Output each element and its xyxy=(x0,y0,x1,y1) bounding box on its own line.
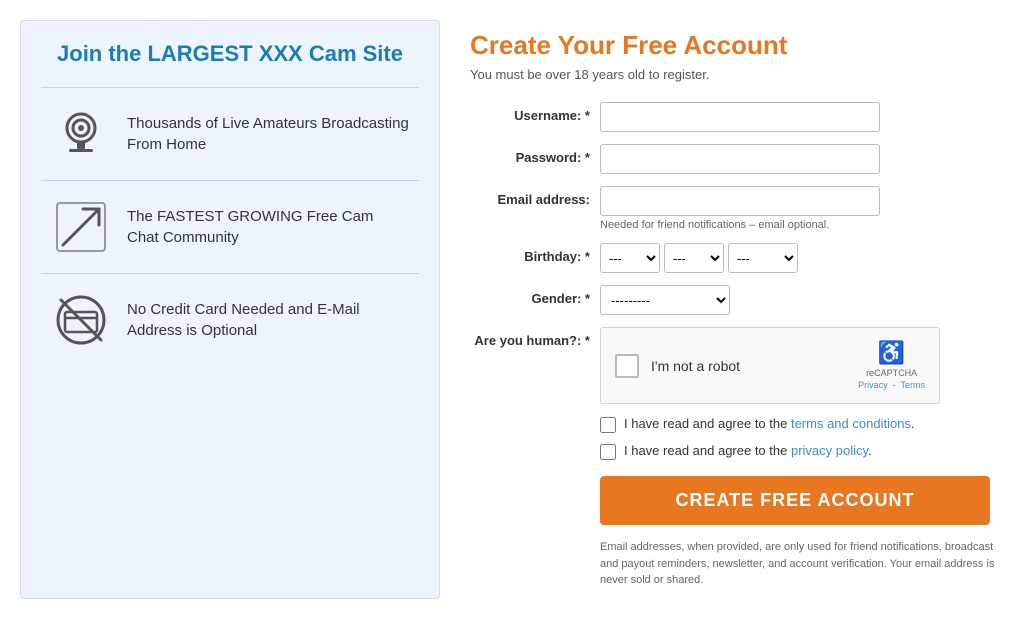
privacy-text: I have read and agree to the privacy pol… xyxy=(624,443,872,458)
terms-text: I have read and agree to the terms and c… xyxy=(624,416,915,431)
recaptcha-branding: ♿ reCAPTCHA Privacy - Terms xyxy=(858,340,925,391)
recaptcha-icon: ♿ xyxy=(878,340,905,366)
growth-icon xyxy=(51,197,111,257)
recaptcha-text: reCAPTCHA Privacy - Terms xyxy=(858,368,925,391)
email-field: Needed for friend notifications – email … xyxy=(600,186,1004,231)
gender-field: --------- xyxy=(600,285,1004,315)
feature-nocredit: No Credit Card Needed and E-Mail Address… xyxy=(41,273,419,366)
password-input[interactable] xyxy=(600,144,880,174)
recaptcha-privacy-link[interactable]: Privacy xyxy=(858,380,888,390)
username-row: Username: * xyxy=(470,102,1004,132)
human-label: Are you human?: * xyxy=(470,327,600,348)
terms-checkbox[interactable] xyxy=(600,417,616,433)
email-input[interactable] xyxy=(600,186,880,216)
form-title: Create Your Free Account xyxy=(470,30,1004,61)
birthday-label: Birthday: * xyxy=(470,243,600,264)
form-subtitle: You must be over 18 years old to registe… xyxy=(470,67,1004,82)
birthday-month-select[interactable]: --- xyxy=(600,243,660,273)
feature-growth: The FASTEST GROWING Free Cam Chat Commun… xyxy=(41,180,419,273)
username-field xyxy=(600,102,1004,132)
email-row: Email address: Needed for friend notific… xyxy=(470,186,1004,231)
privacy-link[interactable]: privacy policy xyxy=(791,443,868,458)
username-input[interactable] xyxy=(600,102,880,132)
birthday-year-select[interactable]: --- xyxy=(728,243,798,273)
recaptcha-terms-link[interactable]: Terms xyxy=(901,380,926,390)
captcha-checkbox[interactable] xyxy=(615,354,639,378)
username-label: Username: * xyxy=(470,102,600,123)
nocredit-icon xyxy=(51,290,111,350)
create-account-button[interactable]: CREATE FREE ACCOUNT xyxy=(600,476,990,525)
captcha-label: I'm not a robot xyxy=(651,358,740,374)
birthday-day-select[interactable]: --- xyxy=(664,243,724,273)
footer-note: Email addresses, when provided, are only… xyxy=(600,539,1004,589)
email-label: Email address: xyxy=(470,186,600,207)
terms-checkbox-row: I have read and agree to the terms and c… xyxy=(600,416,1004,433)
left-panel: Join the LARGEST XXX Cam Site Thousands … xyxy=(20,20,440,599)
submit-wrapper: CREATE FREE ACCOUNT xyxy=(600,476,1004,525)
terms-link[interactable]: terms and conditions xyxy=(791,416,911,431)
privacy-checkbox[interactable] xyxy=(600,444,616,460)
email-hint: Needed for friend notifications – email … xyxy=(600,219,1004,231)
gender-label: Gender: * xyxy=(470,285,600,306)
password-row: Password: * xyxy=(470,144,1004,174)
right-panel: Create Your Free Account You must be ove… xyxy=(470,20,1004,599)
birthday-row: Birthday: * --- --- --- xyxy=(470,243,1004,273)
gender-row: Gender: * --------- xyxy=(470,285,1004,315)
captcha-row: Are you human?: * I'm not a robot ♿ reCA… xyxy=(470,327,1004,404)
password-label: Password: * xyxy=(470,144,600,165)
captcha-box: I'm not a robot ♿ reCAPTCHA Privacy - Te… xyxy=(600,327,940,404)
gender-select[interactable]: --------- xyxy=(600,285,730,315)
privacy-checkbox-row: I have read and agree to the privacy pol… xyxy=(600,443,1004,460)
left-heading: Join the LARGEST XXX Cam Site xyxy=(41,41,419,67)
feature-webcam-text: Thousands of Live Amateurs Broadcasting … xyxy=(127,113,409,155)
feature-webcam: Thousands of Live Amateurs Broadcasting … xyxy=(41,87,419,180)
captcha-field: I'm not a robot ♿ reCAPTCHA Privacy - Te… xyxy=(600,327,1004,404)
feature-growth-text: The FASTEST GROWING Free Cam Chat Commun… xyxy=(127,206,409,248)
feature-nocredit-text: No Credit Card Needed and E-Mail Address… xyxy=(127,299,409,341)
birthday-field: --- --- --- xyxy=(600,243,1004,273)
webcam-icon xyxy=(51,104,111,164)
password-field xyxy=(600,144,1004,174)
